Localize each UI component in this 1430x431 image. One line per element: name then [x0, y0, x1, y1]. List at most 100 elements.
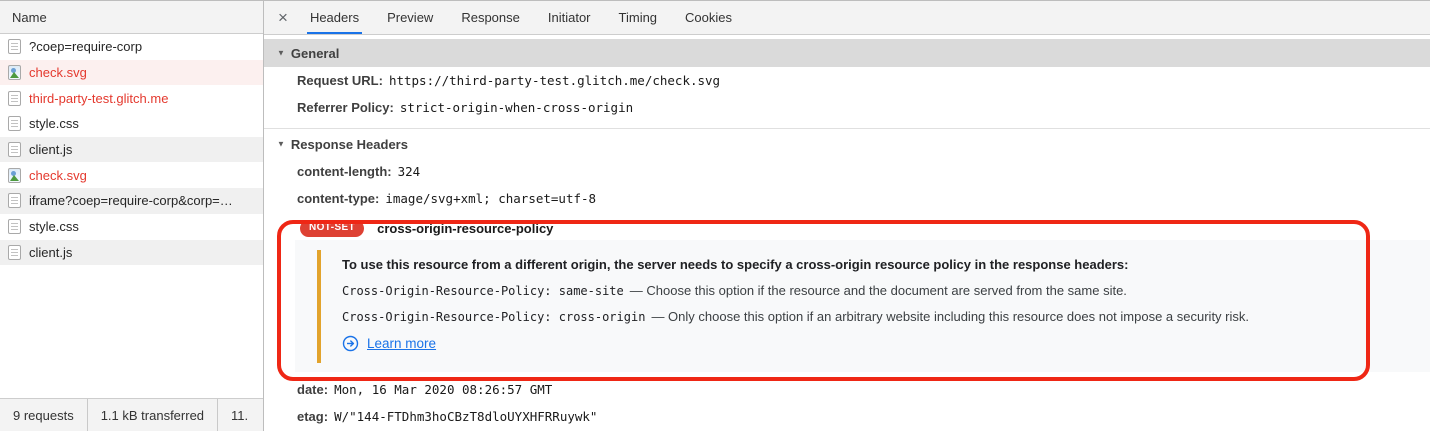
header-key: Request URL: [297, 73, 383, 88]
request-name: third-party-test.glitch.me [29, 91, 168, 106]
document-icon [8, 219, 21, 234]
request-name: check.svg [29, 65, 87, 80]
details-tab[interactable]: Headers [309, 1, 360, 34]
general-section-title: General [291, 46, 339, 61]
summary-segment: 11. [218, 399, 261, 431]
network-summary-bar: 9 requests 1.1 kB transferred 11. [0, 398, 263, 431]
name-column-label: Name [12, 10, 47, 25]
corp-warning-block: NOT-SET cross-origin-resource-policy To … [264, 218, 1430, 372]
network-request-row[interactable]: ?coep=require-corp [0, 34, 263, 60]
header-line: etag: W/"144-FTDhm3hoCBzT8dloUYXHFRRuywk" [264, 403, 1430, 430]
network-request-row[interactable]: check.svg [0, 60, 263, 86]
document-icon [8, 116, 21, 131]
summary-segment: 9 requests [0, 399, 88, 431]
tab-label: Timing [619, 10, 658, 25]
corp-header-name: cross-origin-resource-policy [377, 221, 553, 236]
corp-option-line: Cross-Origin-Resource-Policy: cross-orig… [342, 304, 1410, 330]
request-name: check.svg [29, 168, 87, 183]
image-icon [8, 168, 21, 183]
document-icon [8, 193, 21, 208]
network-request-row[interactable]: iframe?coep=require-corp&corp=… [0, 188, 263, 214]
summary-text: 1.1 kB transferred [101, 408, 204, 423]
header-key: content-type: [297, 191, 379, 206]
corp-option-desc: — Only choose this option if an arbitrar… [651, 309, 1249, 324]
header-line: Request URL: https://third-party-test.gli… [264, 67, 1430, 94]
trailing-header-rows: date: Mon, 16 Mar 2020 08:26:57 GMT etag:… [264, 376, 1430, 430]
document-icon [8, 91, 21, 106]
tabs: Headers Preview Response Initiator Timin… [296, 1, 746, 34]
details-tab[interactable]: Cookies [684, 1, 733, 34]
header-line: date: Mon, 16 Mar 2020 08:26:57 GMT [264, 376, 1430, 403]
response-headers-section-title: Response Headers [291, 137, 408, 152]
request-name: client.js [29, 245, 72, 260]
tab-label: Initiator [548, 10, 591, 25]
document-icon [8, 142, 21, 157]
tab-label: Headers [310, 10, 359, 25]
header-key: etag: [297, 409, 328, 424]
corp-option-code: Cross-Origin-Resource-Policy: same-site [342, 284, 624, 298]
image-icon [8, 65, 21, 80]
name-column-header[interactable]: Name [0, 1, 263, 34]
not-set-badge: NOT-SET [300, 220, 364, 237]
summary-text: 9 requests [13, 408, 74, 423]
network-request-list: Name ?coep=require-corp check.svg third-… [0, 1, 264, 431]
request-name: client.js [29, 142, 72, 157]
header-value: https://third-party-test.glitch.me/check… [389, 73, 720, 88]
devtools-network-panel: Name ?coep=require-corp check.svg third-… [0, 0, 1430, 431]
request-name: style.css [29, 116, 79, 131]
disclosure-triangle-icon: ▼ [277, 48, 285, 57]
details-tab[interactable]: Initiator [547, 1, 592, 34]
corp-warning-options: Cross-Origin-Resource-Policy: same-site —… [342, 278, 1410, 330]
tab-label: Response [461, 10, 520, 25]
details-tab-bar: × Headers Preview Response Initiator Tim… [264, 1, 1430, 35]
tab-label: Preview [387, 10, 433, 25]
tab-label: Cookies [685, 10, 732, 25]
summary-segment: 1.1 kB transferred [88, 399, 218, 431]
corp-warning-intro: To use this resource from a different or… [342, 252, 1410, 278]
request-name: style.css [29, 219, 79, 234]
corp-warning-callout: To use this resource from a different or… [295, 240, 1430, 372]
response-header-rows: content-length: 324 content-type: image/sv… [264, 158, 1430, 212]
network-request-row[interactable]: client.js [0, 137, 263, 163]
details-tab[interactable]: Timing [618, 1, 659, 34]
details-tab[interactable]: Preview [386, 1, 434, 34]
network-request-row[interactable]: style.css [0, 111, 263, 137]
close-icon[interactable]: × [264, 1, 296, 34]
header-line: Referrer Policy: strict-origin-when-cross… [264, 94, 1430, 121]
learn-more-link[interactable]: Learn more [367, 336, 436, 351]
header-key: date: [297, 382, 328, 397]
network-request-row[interactable]: third-party-test.glitch.me [0, 85, 263, 111]
corp-option-line: Cross-Origin-Resource-Policy: same-site —… [342, 278, 1410, 304]
header-line: content-type: image/svg+xml; charset=utf-… [264, 185, 1430, 212]
response-headers-section-header[interactable]: ▼ Response Headers [264, 130, 1430, 158]
corp-option-desc: — Choose this option if the resource and… [630, 283, 1127, 298]
general-section-header[interactable]: ▼ General [264, 39, 1430, 67]
header-value: 324 [398, 164, 421, 179]
details-tab[interactable]: Response [460, 1, 521, 34]
header-value: strict-origin-when-cross-origin [400, 100, 633, 115]
request-name: iframe?coep=require-corp&corp=… [29, 193, 233, 208]
request-details-panel: × Headers Preview Response Initiator Tim… [264, 1, 1430, 431]
arrow-circle-icon [342, 335, 359, 352]
header-value: Mon, 16 Mar 2020 08:26:57 GMT [334, 382, 552, 397]
header-key: Referrer Policy: [297, 100, 394, 115]
header-value: image/svg+xml; charset=utf-8 [385, 191, 596, 206]
header-value: W/"144-FTDhm3hoCBzT8dloUYXHFRRuywk" [334, 409, 597, 424]
network-request-row[interactable]: check.svg [0, 162, 263, 188]
general-rows: Request URL: https://third-party-test.gli… [264, 67, 1430, 121]
request-name: ?coep=require-corp [29, 39, 142, 54]
header-line: content-length: 324 [264, 158, 1430, 185]
document-icon [8, 245, 21, 260]
headers-view: ▼ General Request URL: https://third-part… [264, 39, 1430, 431]
summary-text: 11. [231, 408, 248, 423]
document-icon [8, 39, 21, 54]
corp-warning-header: NOT-SET cross-origin-resource-policy [264, 218, 1430, 238]
network-request-row[interactable]: client.js [0, 240, 263, 266]
disclosure-triangle-icon: ▼ [277, 139, 285, 148]
corp-option-code: Cross-Origin-Resource-Policy: cross-orig… [342, 310, 645, 324]
request-rows: ?coep=require-corp check.svg third-party… [0, 34, 263, 265]
learn-more-row: Learn more [342, 330, 1410, 356]
header-key: content-length: [297, 164, 392, 179]
section-separator [264, 128, 1430, 129]
network-request-row[interactable]: style.css [0, 214, 263, 240]
